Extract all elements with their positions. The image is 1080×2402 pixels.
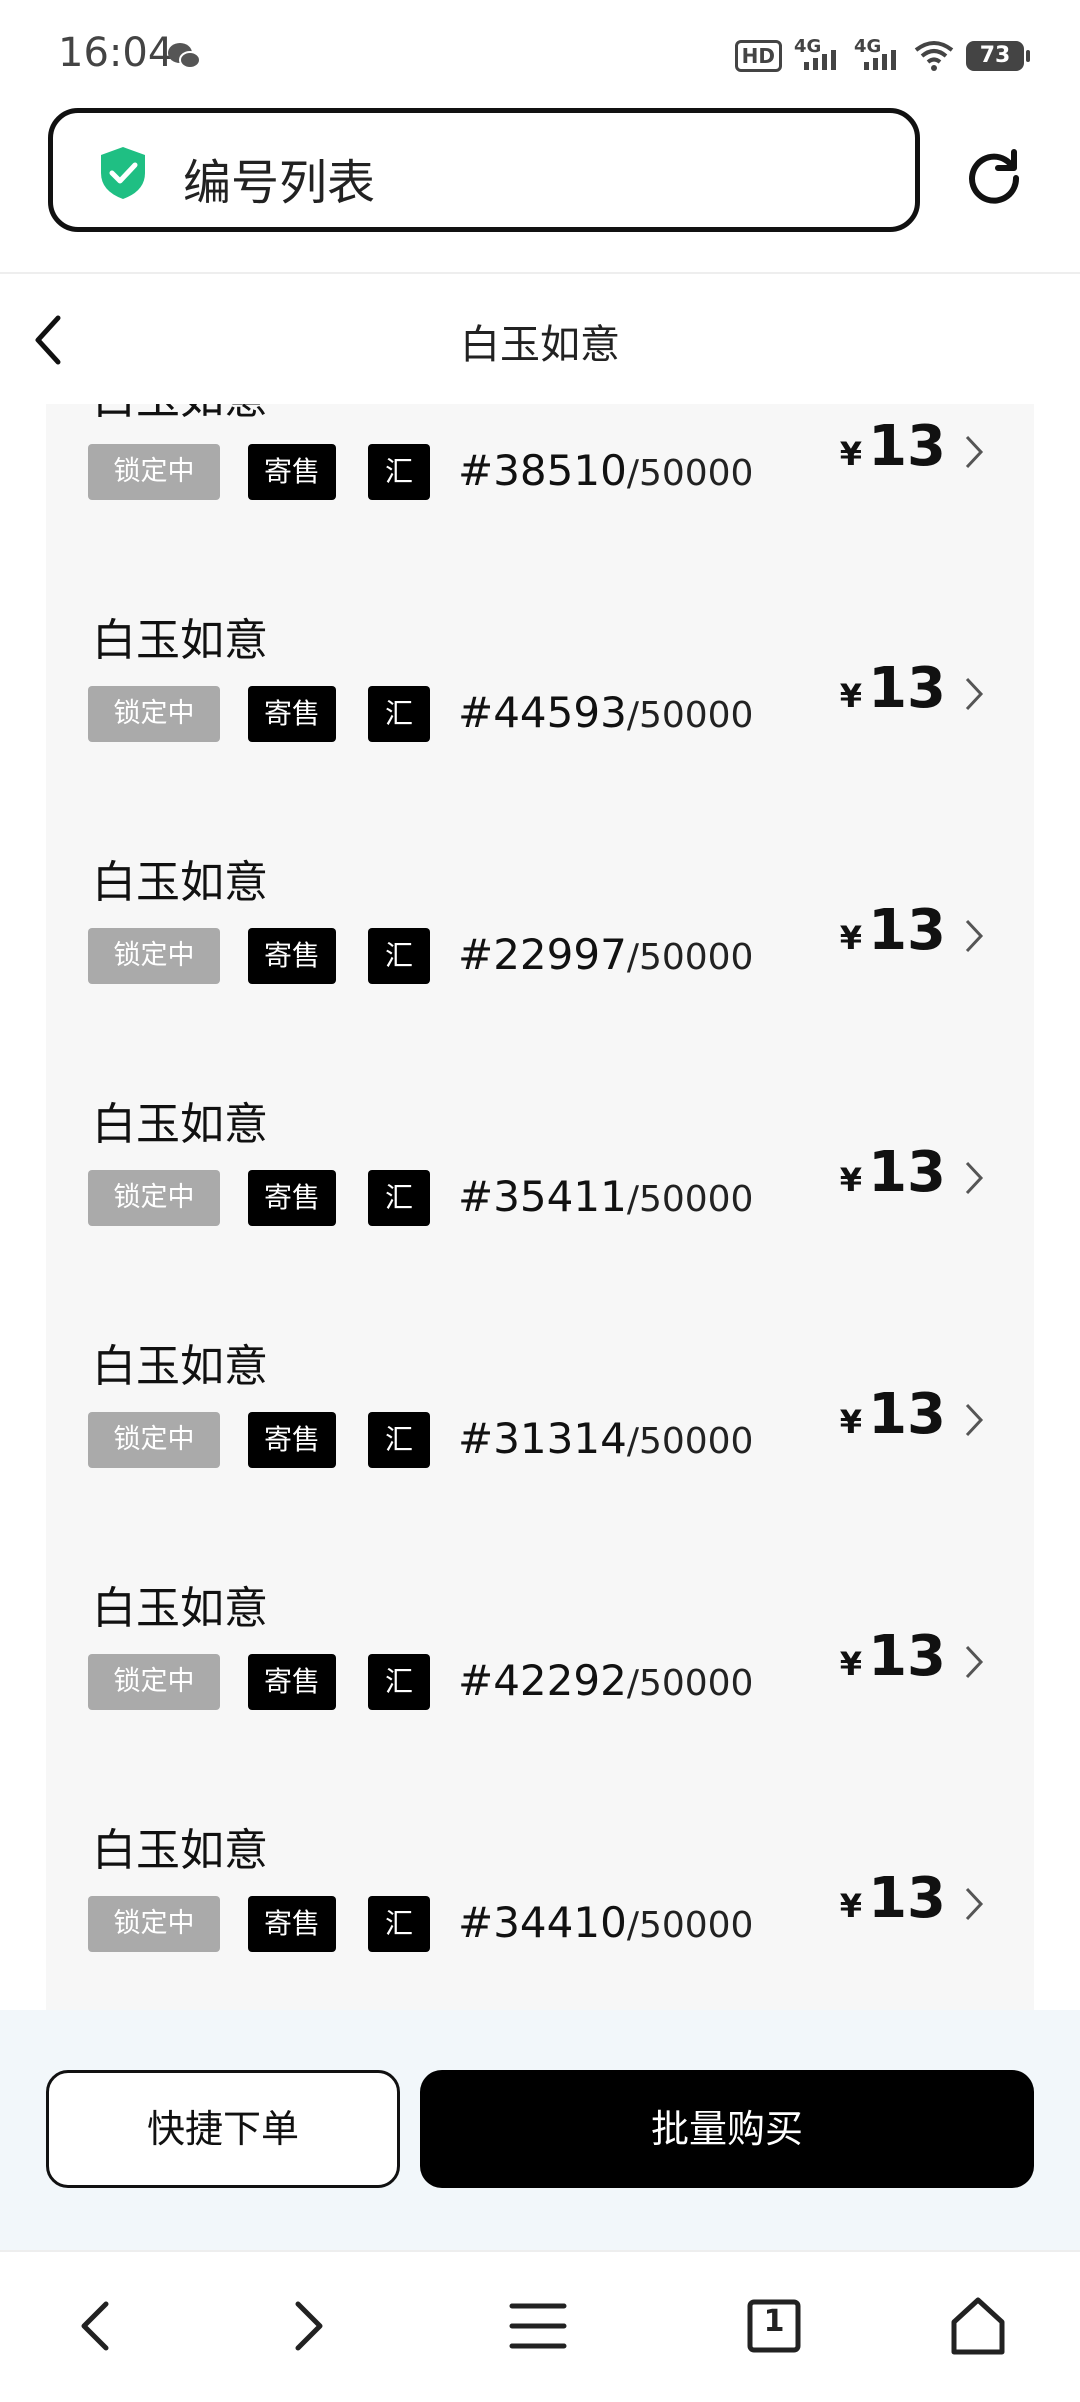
serial-number: #42292/50000 <box>458 1656 754 1705</box>
item-name: 白玉如意 <box>92 1825 268 1876</box>
badge-consign: 寄售 <box>248 444 336 500</box>
price: ¥13 <box>839 414 946 479</box>
status-bar: 16:04 HD 4G 4G 73 <box>0 0 1080 110</box>
badge-consign: 寄售 <box>248 1654 336 1710</box>
price: ¥13 <box>839 1382 946 1447</box>
status-badge-locked: 锁定中 <box>88 928 220 984</box>
status-time: 16:04 <box>58 30 174 76</box>
status-badge-locked: 锁定中 <box>88 444 220 500</box>
chevron-right-icon <box>965 1645 984 1679</box>
signal-icon: 4G <box>854 36 902 76</box>
browser-forward-icon[interactable] <box>274 2294 338 2358</box>
hd-icon: HD <box>734 40 782 72</box>
browser-back-icon[interactable] <box>66 2294 130 2358</box>
url-bar[interactable]: 编号列表 <box>48 108 920 232</box>
status-badge-locked: 锁定中 <box>88 1654 220 1710</box>
item-name: 白玉如意 <box>92 1099 268 1150</box>
menu-icon[interactable] <box>506 2294 570 2358</box>
price: ¥13 <box>839 1140 946 1205</box>
status-badge-locked: 锁定中 <box>88 1412 220 1468</box>
price: ¥13 <box>839 898 946 963</box>
badge-consign: 寄售 <box>248 1412 336 1468</box>
item-name: 白玉如意 <box>92 615 268 666</box>
price: ¥13 <box>839 1624 946 1689</box>
badge-hui: 汇 <box>368 928 430 984</box>
status-badge-locked: 锁定中 <box>88 1170 220 1226</box>
tabs-icon[interactable]: 1 <box>742 2294 806 2358</box>
signal-icon: 4G <box>794 36 842 76</box>
price: ¥13 <box>839 656 946 721</box>
badge-hui: 汇 <box>368 1170 430 1226</box>
badge-hui: 汇 <box>368 1896 430 1952</box>
chevron-right-icon <box>965 919 984 953</box>
list-item[interactable]: 白玉如意 锁定中 寄售 汇 #35411/50000 ¥13 <box>46 1088 1034 1330</box>
list-item[interactable]: 白玉如意 锁定中 寄售 汇 #44593/50000 ¥13 <box>46 604 1034 846</box>
list-item[interactable]: 白玉如意 锁定中 寄售 汇 #42292/50000 ¥13 <box>46 1572 1034 1814</box>
item-name: 白玉如意 <box>92 1341 268 1392</box>
serial-number: #31314/50000 <box>458 1414 754 1463</box>
url-title: 编号列表 <box>183 155 376 211</box>
badge-hui: 汇 <box>368 686 430 742</box>
badge-consign: 寄售 <box>248 1896 336 1952</box>
chevron-right-icon <box>965 1161 984 1195</box>
badge-consign: 寄售 <box>248 928 336 984</box>
serial-number: #35411/50000 <box>458 1172 754 1221</box>
wechat-icon <box>168 43 201 69</box>
item-name: 白玉如意 <box>92 857 268 908</box>
badge-hui: 汇 <box>368 444 430 500</box>
shield-check-icon <box>101 147 145 199</box>
item-name: 白玉如意 <box>92 1583 268 1634</box>
home-icon[interactable] <box>946 2294 1010 2358</box>
chevron-right-icon <box>965 677 984 711</box>
serial-number: #38510/50000 <box>458 446 754 495</box>
serial-number: #34410/50000 <box>458 1898 754 1947</box>
serial-number: #22997/50000 <box>458 930 754 979</box>
serial-number: #44593/50000 <box>458 688 754 737</box>
chevron-right-icon <box>965 435 984 469</box>
chevron-right-icon <box>965 1403 984 1437</box>
browser-toolbar: 1 <box>0 2250 1080 2402</box>
badge-consign: 寄售 <box>248 1170 336 1226</box>
tab-count: 1 <box>763 2304 785 2339</box>
status-badge-locked: 锁定中 <box>88 1896 220 1952</box>
chevron-right-icon <box>965 1887 984 1921</box>
status-icons: HD 4G 4G 73 <box>734 36 1030 76</box>
action-bar: 快捷下单 批量购买 <box>0 2010 1080 2250</box>
page-title: 白玉如意 <box>460 322 620 368</box>
status-badge-locked: 锁定中 <box>88 686 220 742</box>
divider <box>0 272 1080 274</box>
battery-icon: 73 <box>966 41 1030 71</box>
badge-consign: 寄售 <box>248 686 336 742</box>
refresh-icon[interactable] <box>964 144 1024 204</box>
list-item[interactable]: 白玉如意 锁定中 寄售 汇 #22997/50000 ¥13 <box>46 846 1034 1088</box>
list-item[interactable]: 白玉如意 锁定中 寄售 汇 #34410/50000 ¥13 <box>46 1814 1034 2010</box>
quick-order-button[interactable]: 快捷下单 <box>46 2070 400 2188</box>
serial-list[interactable]: 白玉如意 锁定中 寄售 汇 #38510/50000 ¥13 白玉如意 锁定中 … <box>46 404 1034 2010</box>
wifi-icon <box>914 41 954 71</box>
list-item[interactable]: 白玉如意 锁定中 寄售 汇 #31314/50000 ¥13 <box>46 1330 1034 1572</box>
price: ¥13 <box>839 1866 946 1931</box>
item-name: 白玉如意 <box>92 404 268 426</box>
batch-buy-button[interactable]: 批量购买 <box>420 2070 1034 2188</box>
badge-hui: 汇 <box>368 1654 430 1710</box>
badge-hui: 汇 <box>368 1412 430 1468</box>
